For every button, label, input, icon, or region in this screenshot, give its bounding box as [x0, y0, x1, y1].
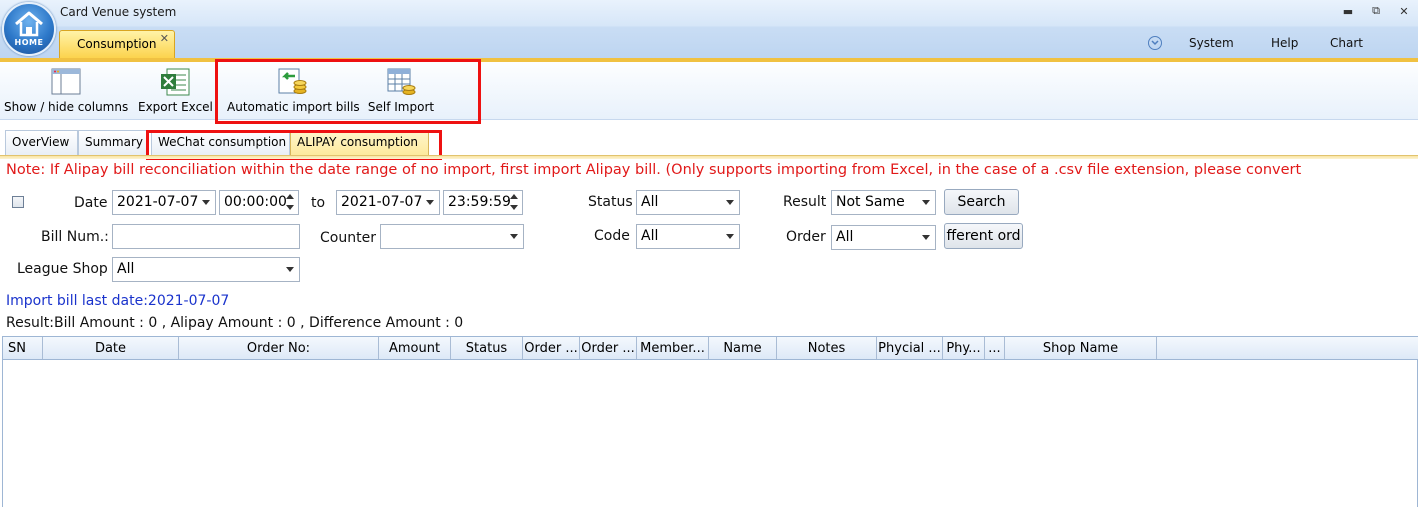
code-select[interactable]: All — [636, 224, 740, 249]
column-header-order-no[interactable]: Order No: — [179, 337, 379, 359]
to-label: to — [311, 195, 326, 211]
import-note: Note: If Alipay bill reconciliation with… — [6, 162, 1302, 178]
column-header-date[interactable]: Date — [43, 337, 179, 359]
column-header-order-a[interactable]: Order ... — [523, 337, 580, 359]
content-top-border — [0, 155, 1418, 159]
date-filter-checkbox[interactable] — [12, 196, 24, 208]
date-to-value: 2021-07-07 — [341, 194, 423, 210]
dropdown-arrow-icon — [426, 200, 434, 205]
dropdown-arrow-icon — [922, 200, 930, 205]
column-header-more[interactable]: ... — [985, 337, 1005, 359]
time-to-spinner[interactable]: 23:59:59 — [443, 190, 523, 215]
status-value: All — [641, 194, 659, 210]
bill-num-input[interactable] — [112, 224, 300, 249]
column-header-shop-name[interactable]: Shop Name — [1005, 337, 1157, 359]
bill-num-label: Bill Num.: — [41, 229, 109, 245]
column-header-phy[interactable]: Phy... — [943, 337, 985, 359]
status-select[interactable]: All — [636, 190, 740, 215]
different-order-button[interactable]: fferent ord — [944, 223, 1023, 249]
spinner-icon — [510, 193, 519, 212]
show-hide-columns-label: Show / hide columns — [4, 100, 129, 114]
column-header-notes[interactable]: Notes — [777, 337, 877, 359]
export-excel-label: Export Excel — [138, 100, 213, 114]
date-to-picker[interactable]: 2021-07-07 — [336, 190, 440, 215]
counter-select[interactable] — [380, 224, 524, 249]
league-shop-label: League Shop — [17, 261, 108, 277]
highlight-import-tools — [215, 59, 481, 124]
tab-overview[interactable]: OverView — [5, 130, 78, 156]
home-icon — [15, 11, 43, 37]
minimize-button[interactable]: ▬ — [1334, 0, 1362, 22]
chevron-down-icon[interactable] — [1148, 36, 1162, 50]
toolbar: Show / hide columns Export Excel Automat… — [0, 62, 1418, 120]
search-button[interactable]: Search — [944, 189, 1019, 215]
menu-help[interactable]: Help — [1271, 36, 1298, 50]
time-to-value: 23:59:59 — [448, 194, 511, 210]
column-header-amount[interactable]: Amount — [379, 337, 451, 359]
column-header-order-b[interactable]: Order ... — [580, 337, 637, 359]
columns-icon — [50, 66, 82, 98]
result-summary: Result:Bill Amount : 0 , Alipay Amount :… — [6, 315, 464, 331]
export-excel-button[interactable]: Export Excel — [138, 66, 213, 118]
restore-button[interactable]: ⧉ — [1362, 0, 1390, 22]
dropdown-arrow-icon — [726, 234, 734, 239]
dropdown-arrow-icon — [922, 235, 930, 240]
show-hide-columns-button[interactable]: Show / hide columns — [4, 66, 128, 118]
time-from-spinner[interactable]: 00:00:00 — [219, 190, 299, 215]
column-header-status[interactable]: Status — [451, 337, 523, 359]
spinner-icon — [286, 193, 295, 212]
league-shop-value: All — [117, 261, 135, 277]
home-logo-button[interactable]: HOME — [2, 2, 56, 56]
result-label: Result — [783, 194, 827, 210]
code-value: All — [641, 228, 659, 244]
grid-header: SN Date Order No: Amount Status Order ..… — [3, 337, 1418, 360]
result-select[interactable]: Not Same — [831, 190, 936, 215]
tab-close-icon[interactable]: ✕ — [160, 32, 169, 45]
order-label: Order — [786, 229, 826, 245]
date-from-picker[interactable]: 2021-07-07 — [112, 190, 216, 215]
title-bar: HOME Card Venue system ▬ ⧉ ✕ Consumption… — [0, 0, 1418, 62]
date-from-value: 2021-07-07 — [117, 194, 199, 210]
counter-label: Counter — [320, 230, 376, 246]
column-header-name[interactable]: Name — [709, 337, 777, 359]
result-value: Not Same — [836, 194, 905, 210]
column-header-sn[interactable]: SN — [3, 337, 43, 359]
menu-system[interactable]: System — [1189, 36, 1234, 50]
league-shop-select[interactable]: All — [112, 257, 300, 282]
data-grid[interactable]: SN Date Order No: Amount Status Order ..… — [2, 336, 1418, 507]
order-value: All — [836, 229, 854, 245]
home-logo-text: HOME — [14, 38, 44, 47]
code-label: Code — [594, 228, 630, 244]
dropdown-arrow-icon — [510, 234, 518, 239]
tab-consumption[interactable]: Consumption ✕ — [59, 30, 175, 58]
dropdown-arrow-icon — [726, 200, 734, 205]
dropdown-arrow-icon — [286, 267, 294, 272]
tab-summary[interactable]: Summary — [78, 130, 149, 156]
menu-chart[interactable]: Chart — [1330, 36, 1363, 50]
close-button[interactable]: ✕ — [1390, 0, 1418, 22]
excel-icon — [159, 66, 191, 98]
column-header-member[interactable]: Member... — [637, 337, 709, 359]
import-last-date: Import bill last date:2021-07-07 — [6, 293, 230, 309]
column-header-phycial[interactable]: Phycial ... — [877, 337, 943, 359]
date-label: Date — [74, 195, 108, 211]
app-title: Card Venue system — [60, 5, 177, 19]
time-from-value: 00:00:00 — [224, 194, 287, 210]
window-controls: ▬ ⧉ ✕ — [1334, 0, 1418, 24]
order-select[interactable]: All — [831, 225, 936, 250]
dropdown-arrow-icon — [202, 200, 210, 205]
tab-consumption-label: Consumption — [77, 37, 157, 51]
status-label: Status — [588, 194, 633, 210]
